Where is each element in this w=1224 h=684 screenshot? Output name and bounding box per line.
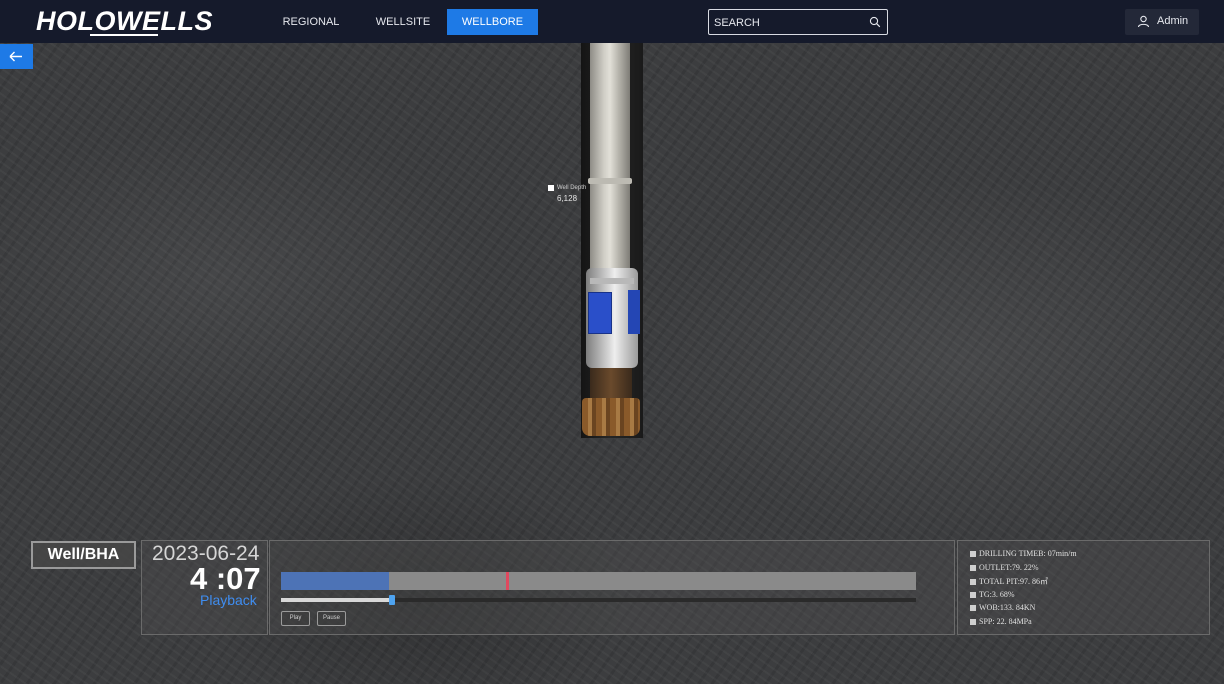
pause-button[interactable]: Pause (317, 611, 346, 626)
arrow-left-icon (9, 51, 22, 62)
bit-sub (590, 368, 632, 398)
playback-mode: Playback (200, 592, 257, 608)
depth-marker-icon (548, 185, 554, 191)
metric-bullet-icon (970, 565, 976, 572)
metric-bullet-icon (970, 551, 976, 558)
metric-wob: WOB:133. 84KN (970, 603, 1035, 612)
metric-bullet-icon (970, 605, 976, 612)
search-input[interactable] (712, 13, 866, 33)
timeline-progress (281, 572, 389, 590)
back-button[interactable] (0, 44, 33, 69)
drill-pipe (590, 43, 630, 271)
bha-sensor-panel-side (628, 290, 640, 334)
metric-drilling-time: DRILLING TIMEB: 07min/m (970, 549, 1077, 558)
nav-tab-wellbore[interactable]: WELLBORE (447, 9, 538, 35)
search-icon[interactable] (869, 16, 881, 28)
well-bha-button[interactable]: Well/BHA (31, 541, 136, 569)
depth-label: Well Depth (557, 185, 587, 191)
metric-bullet-icon (970, 619, 976, 626)
timeline-event-marker[interactable] (506, 572, 510, 590)
metric-tg: TG:3. 68% (970, 590, 1015, 599)
metric-total-pit: TOTAL PIT:97. 86㎥ (970, 576, 1048, 587)
metric-bullet-icon (970, 592, 976, 599)
drill-bit (582, 398, 640, 436)
search-box[interactable] (708, 9, 888, 35)
logo-underline (90, 34, 158, 36)
user-name: Admin (1157, 15, 1189, 27)
bha-sensor-panel (588, 292, 612, 334)
depth-value: 6,128 (557, 194, 578, 203)
top-bar: HOLOWELLS REGIONAL WELLSITE WELLBORE Adm… (0, 0, 1224, 43)
user-menu-button[interactable]: Admin (1125, 9, 1199, 35)
holowells-logo[interactable]: HOLOWELLS (36, 6, 213, 37)
metric-bullet-icon (970, 579, 976, 586)
bha-tool-band (590, 278, 634, 284)
nav-tab-regional[interactable]: REGIONAL (266, 9, 356, 35)
metric-spp: SPP: 22. 84MPa (970, 617, 1032, 626)
playback-slider-fill (281, 598, 393, 602)
nav-tab-wellsite[interactable]: WELLSITE (358, 9, 448, 35)
pipe-joint (588, 178, 632, 184)
metric-outlet: OUTLET:79. 22% (970, 563, 1039, 572)
playback-slider-thumb[interactable] (389, 595, 396, 605)
user-icon (1137, 15, 1150, 28)
play-button[interactable]: Play (281, 611, 310, 626)
